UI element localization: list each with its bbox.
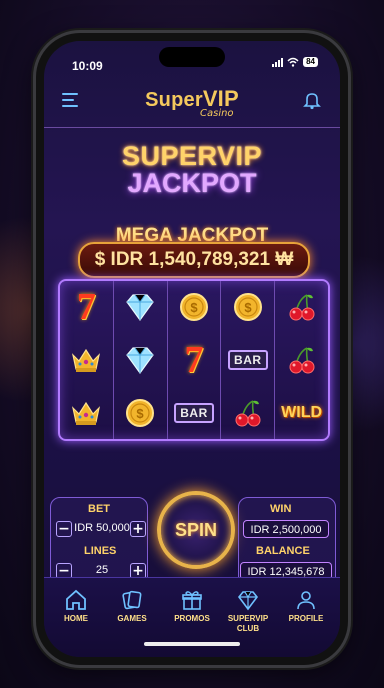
reel-symbol-diamond (120, 340, 160, 380)
tab-profile-label: PROFILE (288, 614, 324, 623)
reel-symbol-coin: $ (228, 287, 268, 327)
lines-label: LINES (84, 545, 117, 557)
app-logo: SuperVIP Casino (136, 86, 248, 119)
reel-symbol-seven: 7 (66, 287, 106, 327)
reel-symbol-seven: 7 (174, 340, 214, 380)
diamond-icon (126, 294, 154, 322)
tab-home-label: HOME (64, 614, 88, 623)
reel-symbol-bar: BAR (228, 340, 268, 380)
tab-games[interactable]: GAMES (104, 588, 160, 624)
jackpot-amount: $ IDR 1,540,789,321 ₩ (78, 242, 310, 278)
coin-icon: $ (233, 293, 262, 322)
cherry-icon (235, 399, 261, 427)
reel-symbol-coin: $ (120, 393, 160, 433)
coin-icon: $ (179, 293, 208, 322)
bet-increase-button[interactable]: + (130, 521, 146, 537)
camera-notch (159, 47, 225, 67)
slot-reels: 7 $ $7 BAR $ BAR WILD (58, 279, 330, 441)
phone-frame: 10:09 84 SuperVIP Casino SUPERVIP JACKPO… (36, 33, 348, 665)
tab-games-label: GAMES (117, 614, 147, 623)
win-label: WIN (270, 503, 292, 515)
reel-symbol-wild: WILD (281, 393, 323, 433)
wild-symbol: WILD (281, 403, 323, 421)
bet-decrease-button[interactable]: − (56, 521, 72, 537)
reel-symbol-diamond (120, 287, 160, 327)
balance-label: BALANCE (256, 545, 310, 557)
jackpot-title: SUPERVIP JACKPOT (44, 141, 340, 199)
reel-symbol-cherry (282, 340, 322, 380)
reel-5: WILD (275, 281, 328, 439)
user-icon (297, 591, 315, 610)
cherry-icon (289, 294, 315, 321)
diamond-icon (237, 591, 259, 611)
wifi-icon (287, 57, 299, 67)
win-value: IDR 2,500,000 (243, 520, 329, 538)
gift-icon (182, 591, 202, 610)
reel-2: $ (114, 281, 168, 439)
svg-text:$: $ (137, 406, 145, 421)
app-screen: 10:09 84 SuperVIP Casino SUPERVIP JACKPO… (44, 41, 340, 657)
reel-symbol-cherry (282, 287, 322, 327)
tab-profile[interactable]: PROFILE (278, 588, 334, 624)
svg-text:$: $ (190, 300, 198, 315)
diamond-icon (126, 347, 154, 375)
reel-4: $ BAR (221, 281, 276, 439)
signal-icon (272, 57, 284, 67)
tab-supervip-club-label: SUPERVIP CLUB (227, 614, 269, 633)
bell-icon[interactable] (302, 90, 322, 110)
status-bar: 10:09 84 (44, 41, 340, 75)
bar-symbol: BAR (228, 349, 268, 370)
seven-symbol: 7 (76, 286, 96, 329)
spin-button[interactable]: SPIN (157, 491, 235, 569)
bet-label: BET (88, 503, 110, 515)
reel-symbol-bar: BAR (174, 393, 214, 433)
reel-3: $7 BAR (168, 281, 222, 439)
hamburger-menu-icon[interactable] (62, 93, 78, 107)
crown-icon (72, 401, 101, 425)
logo-subtitle: Casino (200, 108, 234, 119)
tab-promos[interactable]: PROMOS (164, 588, 220, 624)
app-header: SuperVIP Casino (44, 81, 340, 128)
battery-icon: 84 (303, 57, 318, 67)
reel-symbol-coin: $ (174, 287, 214, 327)
status-icons: 84 (272, 57, 318, 67)
coin-icon: $ (126, 398, 155, 427)
cards-icon (122, 590, 142, 610)
home-icon (66, 589, 86, 610)
logo-brand-main: Super (145, 89, 203, 111)
reel-symbol-crown (66, 393, 106, 433)
reel-symbol-crown (66, 340, 106, 380)
tab-promos-label: PROMOS (174, 614, 210, 623)
reel-symbol-cherry (228, 393, 268, 433)
cherry-icon (289, 347, 315, 374)
bet-value: IDR 50,000 (74, 522, 130, 534)
reel-1: 7 (60, 281, 114, 439)
seven-symbol: 7 (184, 338, 204, 381)
bar-symbol: BAR (174, 402, 214, 423)
crown-icon (72, 348, 101, 372)
home-indicator (144, 642, 240, 646)
spin-label: SPIN (174, 519, 217, 540)
jackpot-title-line2: JACKPOT (127, 168, 257, 198)
svg-text:$: $ (244, 300, 252, 315)
tab-home[interactable]: HOME (48, 588, 104, 624)
lines-value: 25 (95, 564, 109, 576)
status-time: 10:09 (72, 59, 103, 73)
tab-supervip-club[interactable]: SUPERVIP CLUB (220, 588, 276, 634)
